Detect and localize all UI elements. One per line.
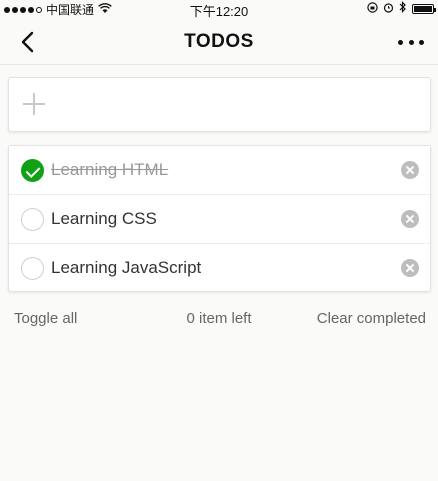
todo-label[interactable]: Learning JavaScript xyxy=(51,258,201,278)
nav-bar: TODOS xyxy=(0,18,438,65)
status-right xyxy=(367,1,436,16)
todo-checkbox[interactable] xyxy=(21,208,44,231)
todo-item: Learning HTML xyxy=(9,146,430,195)
status-bar: 中国联通 下午12:20 xyxy=(0,0,438,19)
page-title: TODOS xyxy=(184,31,254,52)
todo-footer: Toggle all 0 item left Clear completed xyxy=(0,310,438,330)
more-dot xyxy=(419,39,424,45)
orientation-lock-icon xyxy=(367,1,378,16)
todo-checkbox[interactable] xyxy=(21,257,44,280)
new-todo-input[interactable] xyxy=(57,88,417,122)
battery-icon xyxy=(412,3,436,14)
delete-icon[interactable] xyxy=(401,210,419,228)
alarm-icon xyxy=(383,2,394,16)
todo-item: Learning CSS xyxy=(9,195,430,244)
more-button[interactable] xyxy=(398,34,424,50)
delete-icon[interactable] xyxy=(401,161,419,179)
more-dots-icon xyxy=(398,39,403,45)
new-todo-box xyxy=(8,77,431,132)
delete-icon[interactable] xyxy=(401,259,419,277)
todo-label[interactable]: Learning CSS xyxy=(51,209,157,229)
bluetooth-icon xyxy=(399,1,407,16)
todo-item: Learning JavaScript xyxy=(9,244,430,293)
todo-checkbox[interactable] xyxy=(21,159,44,182)
clear-completed-button[interactable]: Clear completed xyxy=(317,310,426,327)
todo-list: Learning HTML Learning CSS Learning Java… xyxy=(8,145,431,292)
more-dot xyxy=(408,39,414,45)
plus-icon[interactable] xyxy=(23,93,45,115)
todo-label[interactable]: Learning HTML xyxy=(51,160,168,180)
